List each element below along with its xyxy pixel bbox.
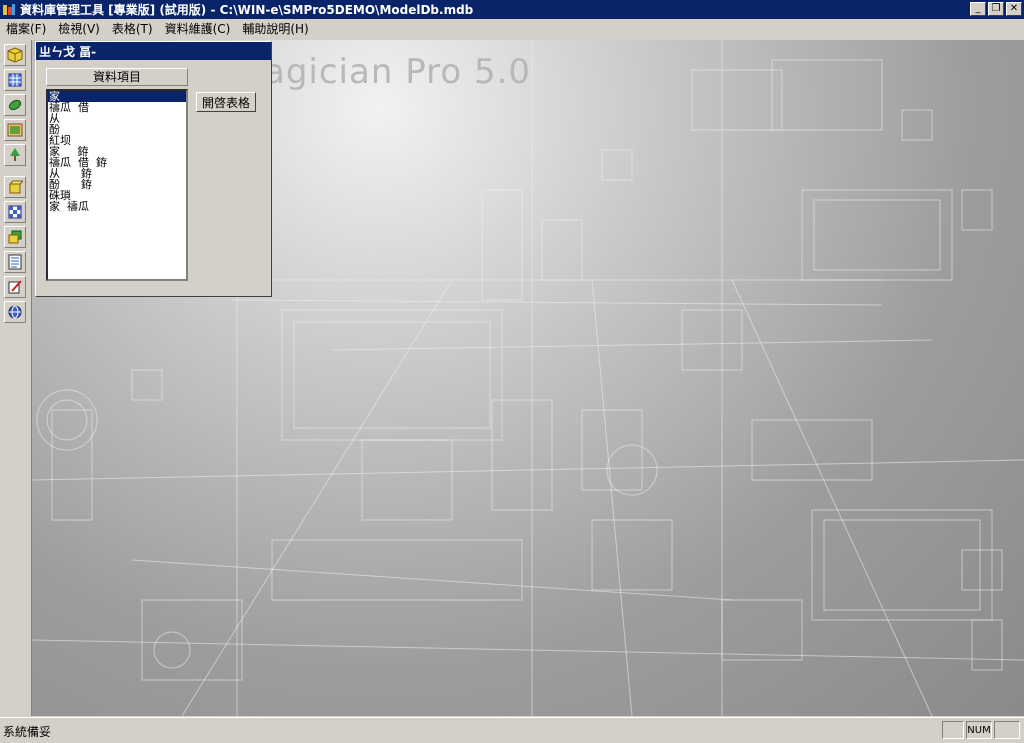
menu-table[interactable]: 表格(T)	[106, 20, 159, 37]
app-icon	[3, 3, 15, 15]
status-cell-caps	[942, 721, 964, 739]
checker-icon[interactable]	[4, 201, 26, 223]
globe-icon[interactable]	[4, 301, 26, 323]
window-title: 資料庫管理工具 [專業版] (試用版) - C:\WIN-e\SMPro5DEM…	[20, 3, 474, 17]
close-button[interactable]: ✕	[1006, 2, 1022, 16]
status-text: 系統備妥	[3, 725, 52, 739]
status-num-indicator: NUM	[966, 721, 992, 739]
layers-icon[interactable]	[4, 226, 26, 248]
list-item[interactable]: 从	[48, 113, 186, 124]
restore-button[interactable]: ❐	[988, 2, 1004, 16]
window-controls: _ ❐ ✕	[968, 2, 1022, 16]
list-item[interactable]: 家 禱瓜	[48, 201, 186, 212]
status-cell-scroll	[994, 721, 1020, 739]
vertical-toolbar	[0, 40, 32, 716]
panel-title[interactable]: ㄓㄣ戈 畐-	[36, 42, 271, 60]
picture-icon[interactable]	[4, 119, 26, 141]
menu-help[interactable]: 輔助說明(H)	[236, 20, 314, 37]
menu-file[interactable]: 檔案(F)	[0, 20, 52, 37]
status-bar: 系統備妥 NUM	[0, 717, 1024, 743]
menu-bar: 檔案(F) 檢視(V) 表格(T) 資料維護(C) 輔助說明(H)	[0, 19, 1024, 38]
data-items-list[interactable]: 家 禱瓜 借 从 酚 紅坝 家 銌 禱瓜 借 銌 从 銌 酚 銌 硃瑣 家 禱瓜	[46, 89, 188, 281]
data-items-window: ㄓㄣ戈 畐- 資料項目 家 禱瓜 借 从 酚 紅坝 家 銌 禱瓜 借 銌 从 銌…	[35, 41, 272, 297]
grid-icon[interactable]	[4, 69, 26, 91]
list-icon[interactable]	[4, 251, 26, 273]
leaf-icon[interactable]	[4, 94, 26, 116]
cube-icon[interactable]	[4, 44, 26, 66]
pen-icon[interactable]	[4, 276, 26, 298]
list-item[interactable]: 禱瓜 借	[48, 102, 186, 113]
open-table-button[interactable]: 開啓表格	[196, 92, 256, 112]
minimize-button[interactable]: _	[970, 2, 986, 16]
data-items-header: 資料項目	[46, 68, 188, 86]
tree-icon[interactable]	[4, 144, 26, 166]
title-bar: 資料庫管理工具 [專業版] (試用版) - C:\WIN-e\SMPro5DEM…	[0, 0, 1024, 19]
menu-data-maintenance[interactable]: 資料維護(C)	[159, 20, 237, 37]
box-icon[interactable]	[4, 176, 26, 198]
menu-view[interactable]: 檢視(V)	[52, 20, 106, 37]
brand-watermark: agician Pro 5.0	[264, 52, 532, 92]
